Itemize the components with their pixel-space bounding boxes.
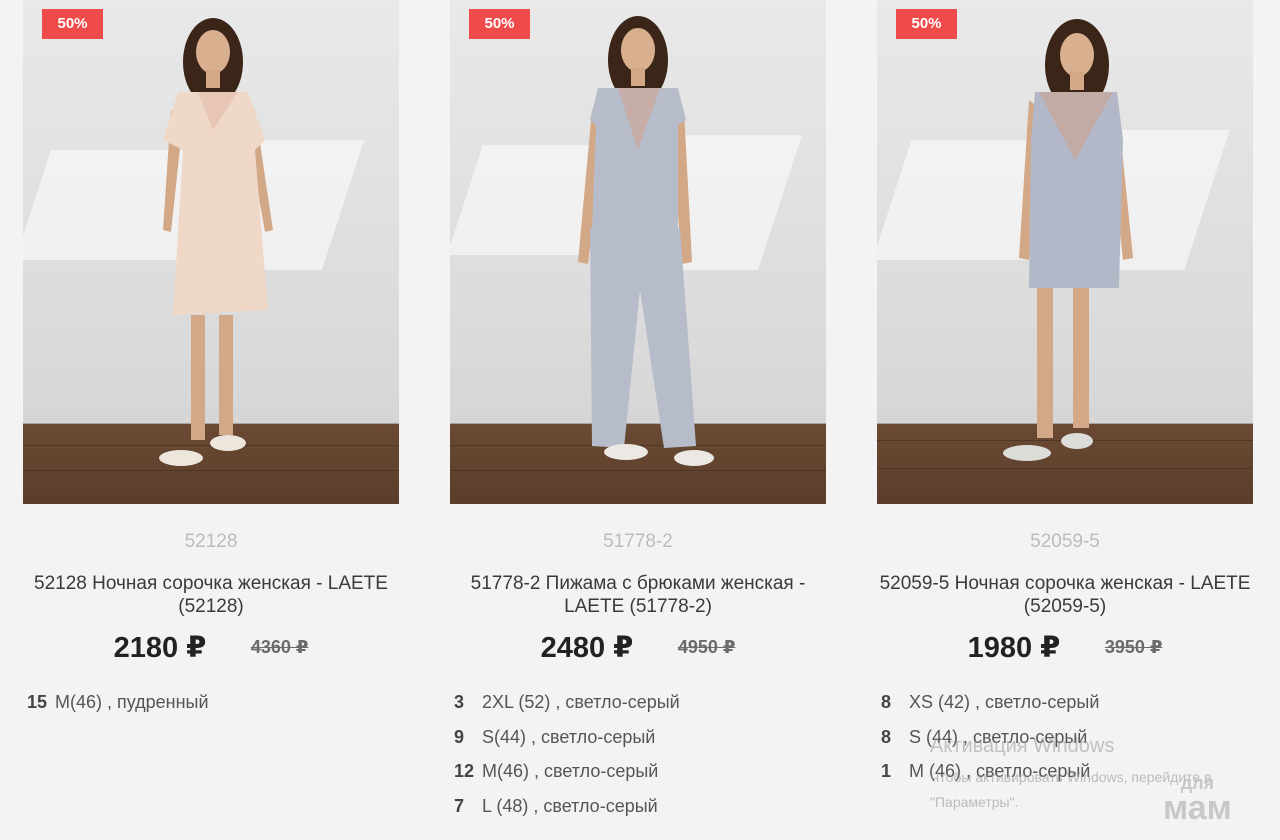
stock-item[interactable]: 15 M(46) , пудренный (27, 692, 397, 727)
stock-qty: 12 (454, 761, 475, 781)
stock-qty: 15 (27, 692, 48, 712)
product-card[interactable]: 50% 51778-2 51778-2 Пижама с брюками жен… (450, 0, 826, 840)
discount-badge: 50% (896, 9, 957, 39)
price-block: 1980 ₽ 3950 ₽ (877, 630, 1253, 665)
old-price: 4360 ₽ (250, 637, 309, 657)
stock-label: M(46) , светло-серый (482, 761, 659, 781)
stock-qty: 8 (881, 692, 892, 712)
product-photo[interactable]: 50% (877, 0, 1253, 504)
stock-item[interactable]: 8 S (44) , светло-серый (881, 727, 1251, 762)
product-sku: 51778-2 (603, 531, 673, 552)
stock-qty: 7 (454, 795, 465, 816)
product-photo[interactable]: 50% (23, 0, 399, 504)
model-figure (159, 18, 273, 466)
discount-badge: 50% (469, 9, 530, 39)
price-block: 2180 ₽ 4360 ₽ (23, 630, 399, 665)
old-price: 4950 ₽ (677, 637, 736, 657)
model-figure (1003, 19, 1133, 461)
model-figure (578, 16, 714, 466)
stock-label: L (48) , светло-серый (482, 795, 658, 816)
stock-label: XS (42) , светло-серый (909, 692, 1100, 712)
product-title-link[interactable]: 51778-2 Пижама с брюками женская - LAETE… (450, 572, 826, 618)
stock-qty: 3 (454, 692, 465, 712)
product-card[interactable]: 50% 52059-5 52059-5 Ночная сорочка женск… (877, 0, 1253, 840)
discount-badge: 50% (42, 9, 103, 39)
stock-item[interactable]: 8 XS (42) , светло-серый (881, 692, 1251, 727)
stock-qty: 8 (881, 726, 892, 747)
stock-item[interactable]: 12 M(46) , светло-серый (454, 761, 824, 796)
stock-label: M(46) , пудренный (55, 692, 209, 712)
stock-item[interactable]: 3 2XL (52) , светло-серый (454, 692, 824, 727)
current-price: 2180 ₽ (113, 632, 207, 664)
stock-list: 3 2XL (52) , светло-серый 9 S(44) , светло… (454, 692, 824, 830)
product-sku: 52059-5 (1030, 531, 1100, 552)
product-grid: 50% 52128 52128 Ночная сорочка женская -… (0, 0, 1280, 840)
stock-label: 2XL (52) , светло-серый (482, 692, 680, 712)
logo-line-2: мам (1163, 789, 1232, 828)
stock-item[interactable]: 7 L (48) , светло-серый (454, 796, 824, 831)
stock-label: S (44) , светло-серый (909, 726, 1088, 747)
current-price: 1980 ₽ (967, 632, 1061, 664)
stock-label: M (46) , светло-серый (909, 761, 1091, 781)
current-price: 2480 ₽ (540, 632, 634, 664)
product-photo[interactable]: 50% (450, 0, 826, 504)
product-sku: 52128 (184, 531, 238, 552)
product-title-link[interactable]: 52128 Ночная сорочка женская - LAETE (52… (23, 572, 399, 618)
site-watermark-logo: для мам (1163, 774, 1232, 828)
stock-label: S(44) , светло-серый (482, 726, 656, 747)
old-price: 3950 ₽ (1104, 637, 1163, 657)
stock-item[interactable]: 9 S(44) , светло-серый (454, 727, 824, 762)
stock-list: 15 M(46) , пудренный (27, 692, 397, 727)
product-title-link[interactable]: 52059-5 Ночная сорочка женская - LAETE (… (877, 572, 1253, 618)
stock-qty: 1 (881, 761, 892, 781)
stock-qty: 9 (454, 726, 465, 747)
product-card[interactable]: 50% 52128 52128 Ночная сорочка женская -… (23, 0, 399, 840)
price-block: 2480 ₽ 4950 ₽ (450, 630, 826, 665)
